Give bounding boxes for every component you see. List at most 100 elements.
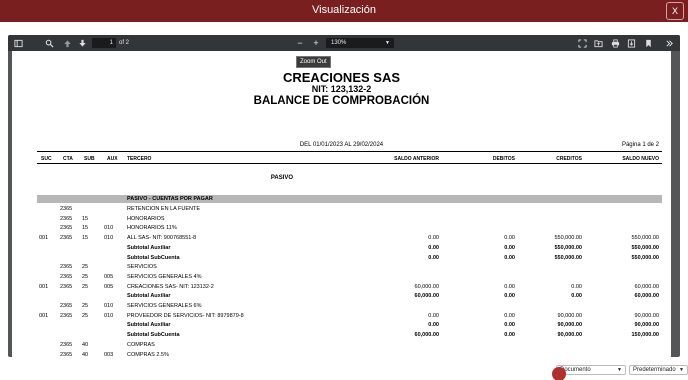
- table-row: Subtotal SubCuenta 60,000.00 0.00 90,000.00…: [12, 331, 671, 341]
- floating-action-button[interactable]: [552, 367, 566, 380]
- col-header-sub: SUB: [84, 156, 95, 162]
- table-row: 2365 25 SERVICIOS: [12, 263, 671, 273]
- cell-sub: 25: [82, 312, 89, 319]
- group-heading: PASIVO - CUENTAS POR PAGAR: [127, 196, 213, 202]
- col-header-cta: CTA: [63, 156, 73, 162]
- cell-cta: 2365: [60, 225, 73, 232]
- cell-tercero: Subtotal Auxiliar: [127, 322, 171, 329]
- cell-cta: 2365: [60, 215, 73, 222]
- date-range: DEL 01/01/2023 AL 29/02/2024: [299, 142, 384, 148]
- cell-sn: 150,000.00: [631, 332, 659, 339]
- default-select[interactable]: Predeterminado ▼: [629, 365, 688, 375]
- table-row: 2365 25 010 SERVICIOS GENERALES 6%: [12, 302, 671, 312]
- cell-aux: 010: [104, 303, 114, 309]
- cell-tercero: SERVICIOS GENERALES 6%: [127, 303, 202, 309]
- print-icon[interactable]: [609, 35, 621, 51]
- page-number-input[interactable]: 1: [92, 38, 116, 48]
- table-row: Subtotal Auxiliar 0.00 0.00 550,000.00 550,0…: [12, 244, 671, 254]
- zoom-in-button[interactable]: +: [310, 35, 322, 51]
- table-row: Subtotal Auxiliar 60,000.00 0.00 0.00 60,000…: [12, 292, 671, 302]
- pdf-page: CREACIONES SAS NIT: 123,132-2 BALANCE DE…: [12, 51, 671, 357]
- col-header-creditos: CREDITOS: [556, 156, 582, 162]
- cell-cre: 90,000.00: [557, 322, 582, 329]
- previous-page-icon[interactable]: [61, 35, 73, 51]
- table-row: 001 2365 25 005 CREACIONES SAS- NIT: 123132-…: [12, 283, 671, 293]
- cell-deb: 0.00: [504, 312, 515, 319]
- cell-sa: 60,000.00: [414, 283, 439, 290]
- col-header-saldo-nuevo: SALDO NUEVO: [622, 156, 659, 162]
- cell-suc: 001: [39, 283, 49, 290]
- chevron-down-icon: ▼: [385, 40, 390, 46]
- sidebar-toggle-icon[interactable]: [11, 35, 25, 51]
- cell-aux: 005: [104, 273, 114, 280]
- cell-aux: 005: [104, 283, 114, 290]
- modal-title: Visualización: [311, 4, 376, 16]
- zoom-select[interactable]: 130% ▼: [326, 38, 394, 48]
- cell-tercero: RETENCION EN LA FUENTE: [127, 206, 201, 212]
- cell-suc: 001: [39, 312, 49, 319]
- table-row: Subtotal SubCuenta 0.00 0.00 550,000.00 550,…: [12, 254, 671, 264]
- cell-sn: 550,000.00: [631, 244, 659, 251]
- table-row: 001 2365 25 010 PROVEEDOR DE SERVICIOS- NIT:…: [12, 312, 671, 322]
- cell-sn: 60,000.00: [634, 293, 659, 300]
- document-select[interactable]: Documento ▼: [556, 365, 626, 375]
- cell-sub: 15: [82, 215, 89, 222]
- chevron-down-icon: ▼: [679, 367, 684, 373]
- modal-header: Visualización X: [0, 0, 688, 22]
- cell-tercero: Subtotal SubCuenta: [127, 254, 180, 261]
- cell-tercero: ALL SAS- NIT: 900768551-8: [127, 235, 197, 242]
- header-rule-bottom: [37, 163, 662, 164]
- cell-cta: 2365: [60, 351, 73, 358]
- open-file-icon[interactable]: [592, 35, 604, 51]
- cell-cta: 2365: [60, 303, 73, 309]
- cell-cta: 2365: [60, 283, 73, 290]
- cell-tercero: HONORARIOS: [127, 215, 165, 222]
- col-header-tercero: TERCERO: [127, 156, 152, 162]
- table-row: Subtotal Auxiliar 0.00 0.00 90,000.00 90,000…: [12, 321, 671, 331]
- chevron-down-icon: ▼: [617, 367, 622, 373]
- cell-sub: 25: [82, 303, 89, 309]
- table-row: 2365 40 003 COMPRAS 2.5%: [12, 351, 671, 358]
- cell-aux: 010: [104, 225, 114, 232]
- cell-sn: 90,000.00: [634, 312, 659, 319]
- cell-deb: 0.00: [504, 322, 515, 329]
- cell-sub: 25: [82, 273, 89, 280]
- cell-sub: 15: [82, 225, 89, 232]
- zoom-out-button[interactable]: −: [294, 35, 306, 51]
- cell-sa: 60,000.00: [414, 293, 439, 300]
- cell-sa: 0.00: [428, 254, 439, 261]
- page-label: Página 1 de 2: [621, 142, 659, 148]
- report-title: BALANCE DE COMPROBACIÓN: [253, 95, 430, 107]
- cell-cta: 2365: [60, 312, 73, 319]
- cell-tercero: COMPRAS 2.5%: [127, 351, 169, 358]
- cell-cta: 2365: [60, 341, 73, 348]
- download-icon[interactable]: [625, 35, 637, 51]
- table-row: 2365 15 010 HONORARIOS 11%: [12, 224, 671, 234]
- cell-sa: 0.00: [428, 244, 439, 251]
- cell-sn: 90,000.00: [634, 322, 659, 329]
- cell-sa: 0.00: [428, 235, 439, 242]
- next-page-icon[interactable]: [76, 35, 88, 51]
- table-row: 001 2365 15 010 ALL SAS- NIT: 900768551-8 0.0…: [12, 234, 671, 244]
- more-tools-icon[interactable]: [662, 35, 676, 51]
- cell-sub: 25: [82, 283, 89, 290]
- bookmark-icon[interactable]: [642, 35, 654, 51]
- cell-cta: 2365: [60, 273, 73, 280]
- col-header-saldo-anterior: SALDO ANTERIOR: [394, 156, 439, 162]
- header-rule: [37, 151, 662, 152]
- cell-sub: 25: [82, 264, 89, 271]
- close-button[interactable]: X: [666, 2, 684, 20]
- zoom-out-tooltip: Zoom Out: [296, 56, 331, 68]
- cell-sub: 40: [82, 341, 89, 348]
- cell-cta: 2365: [60, 235, 73, 242]
- cell-tercero: Subtotal Auxiliar: [127, 244, 171, 251]
- section-heading: PASIVO: [270, 175, 294, 181]
- cell-deb: 0.00: [504, 283, 515, 290]
- cell-cre: 550,000.00: [554, 235, 582, 242]
- cell-sa: 0.00: [428, 312, 439, 319]
- presentation-mode-icon[interactable]: [576, 35, 588, 51]
- cell-tercero: SERVICIOS: [127, 264, 157, 271]
- cell-deb: 0.00: [504, 293, 515, 300]
- cell-cre: 90,000.00: [557, 312, 582, 319]
- search-icon[interactable]: [43, 35, 55, 51]
